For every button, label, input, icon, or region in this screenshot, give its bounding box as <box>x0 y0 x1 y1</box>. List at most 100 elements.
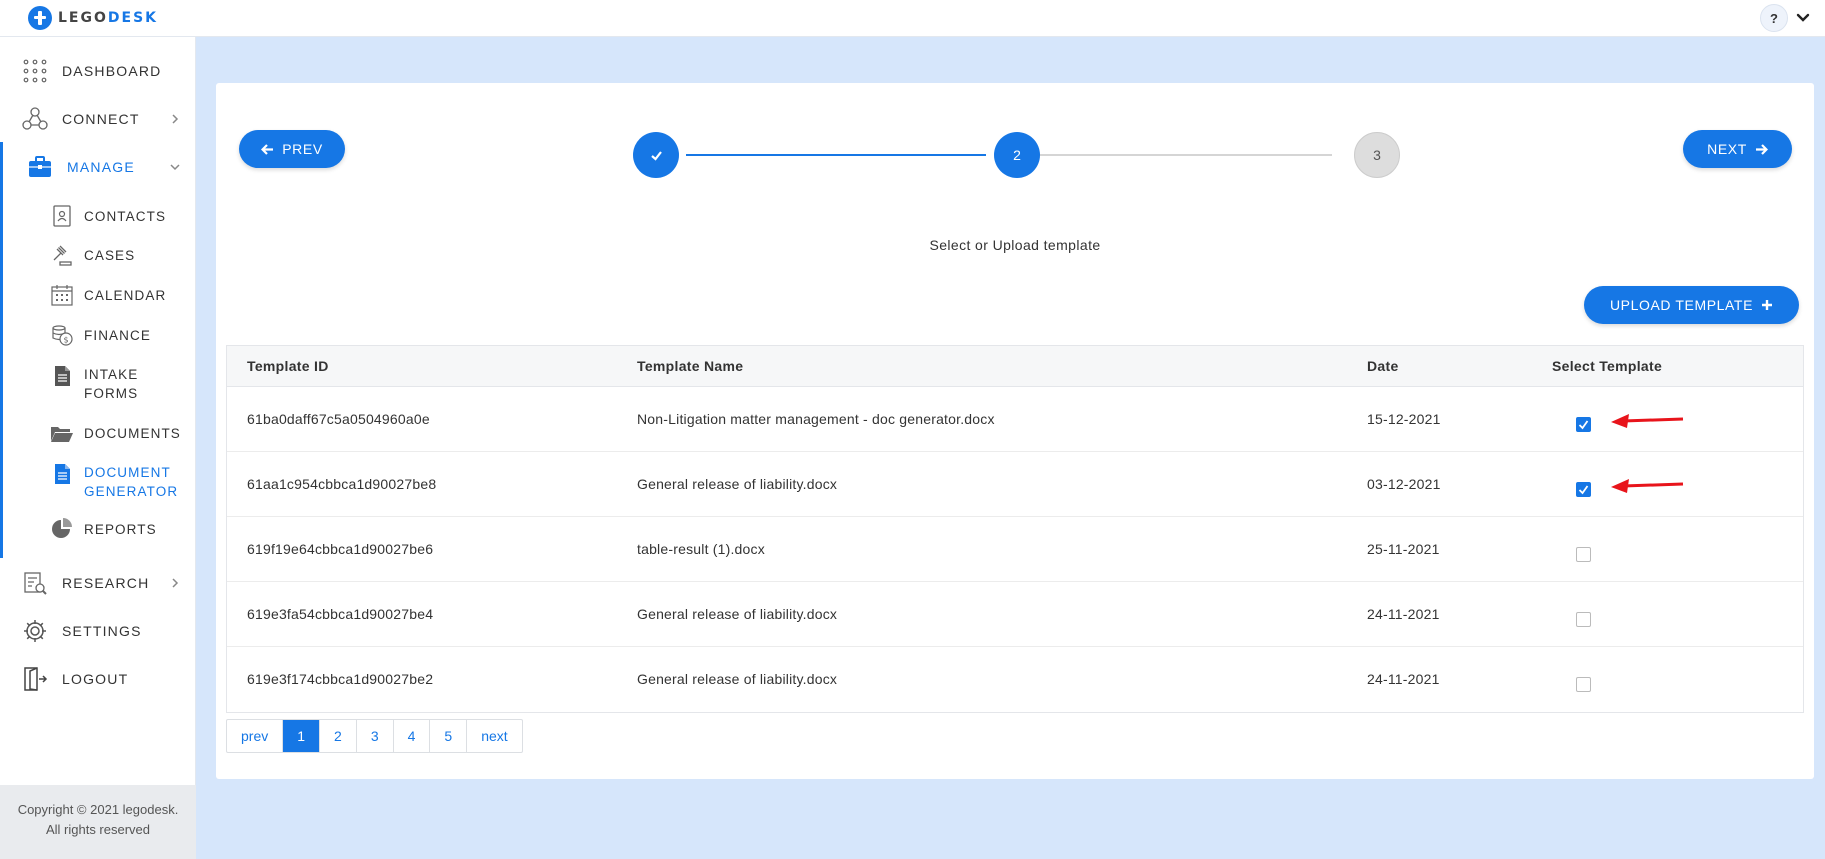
date-cell: 24-11-2021 <box>1367 671 1440 687</box>
column-header-template-name: Template Name <box>637 358 744 374</box>
help-button[interactable]: ? <box>1760 4 1788 32</box>
legodesk-logo[interactable]: LEGODESK <box>28 4 158 32</box>
column-header-date: Date <box>1367 358 1399 374</box>
pagination-page-5[interactable]: 5 <box>430 720 468 752</box>
template-id-cell: 61aa1c954cbbca1d90027be8 <box>247 476 437 492</box>
template-name-cell: General release of liability.docx <box>637 476 838 492</box>
check-icon <box>1578 420 1589 430</box>
sidebar-item-label: DOCUMENT GENERATOR <box>84 465 179 499</box>
sidebar-item-label: MANAGE <box>67 159 135 175</box>
date-cell: 15-12-2021 <box>1367 411 1441 427</box>
table-row: 619e3f174cbbca1d90027be2 General release… <box>227 647 1803 712</box>
date-cell: 25-11-2021 <box>1367 541 1440 557</box>
upload-template-button[interactable]: UPLOAD TEMPLATE <box>1584 286 1799 324</box>
select-template-checkbox[interactable] <box>1576 547 1591 562</box>
select-template-checkbox[interactable] <box>1576 612 1591 627</box>
next-label: NEXT <box>1707 141 1747 157</box>
sidebar-item-calendar[interactable]: CALENDAR <box>0 283 196 307</box>
chevron-down-icon <box>170 164 180 171</box>
logo-mark-icon <box>28 6 52 30</box>
select-template-checkbox[interactable] <box>1576 482 1591 497</box>
sidebar-item-intake-forms[interactable]: INTAKE FORMS <box>0 364 196 404</box>
network-icon <box>22 107 48 130</box>
table-row: 61ba0daff67c5a0504960a0e Non-Litigation … <box>227 387 1803 452</box>
sidebar-item-manage[interactable]: MANAGE <box>0 150 196 184</box>
stepper-line-complete <box>686 154 986 156</box>
sidebar-item-label: SETTINGS <box>62 623 142 639</box>
logo-text-desk: DESK <box>107 10 159 26</box>
table-row: 619f19e64cbbca1d90027be6 table-result (1… <box>227 517 1803 582</box>
select-template-checkbox[interactable] <box>1576 677 1591 692</box>
sidebar-item-finance[interactable]: $ FINANCE <box>0 323 196 347</box>
research-doc-icon <box>24 572 47 595</box>
template-id-cell: 619f19e64cbbca1d90027be6 <box>247 541 434 557</box>
copyright-footer: Copyright © 2021 legodesk. All rights re… <box>0 785 196 859</box>
template-id-cell: 61ba0daff67c5a0504960a0e <box>247 411 430 427</box>
pagination: prev 1 2 3 4 5 next <box>226 719 523 753</box>
template-name-cell: Non-Litigation matter management - doc g… <box>637 411 995 427</box>
grid-dots-icon <box>23 59 47 83</box>
arrow-left-icon <box>261 143 274 155</box>
pie-chart-icon <box>52 518 72 538</box>
pagination-prev[interactable]: prev <box>227 720 284 752</box>
logout-icon <box>24 667 48 691</box>
top-bar: LEGODESK ? <box>0 0 1825 37</box>
sidebar-item-research[interactable]: RESEARCH <box>0 566 196 600</box>
sidebar-item-document-generator[interactable]: DOCUMENT GENERATOR <box>0 462 196 502</box>
sidebar-item-reports[interactable]: REPORTS <box>0 517 196 541</box>
table-row: 61aa1c954cbbca1d90027be8 General release… <box>227 452 1803 517</box>
chevron-right-icon <box>172 114 179 124</box>
template-name-cell: General release of liability.docx <box>637 671 838 687</box>
gavel-icon <box>53 245 72 266</box>
date-cell: 03-12-2021 <box>1367 476 1441 492</box>
check-icon <box>650 150 662 161</box>
logo-text-lego: LEGO <box>58 10 108 26</box>
sidebar-item-label: LOGOUT <box>62 671 129 687</box>
templates-table: Template ID Template Name Date Select Te… <box>226 345 1804 713</box>
sidebar-item-connect[interactable]: CONNECT <box>0 102 196 136</box>
template-id-cell: 619e3fa54cbbca1d90027be4 <box>247 606 434 622</box>
sidebar-item-cases[interactable]: CASES <box>0 243 196 267</box>
stepper-line-pending <box>1032 154 1332 156</box>
folder-open-icon <box>51 427 73 442</box>
select-template-checkbox[interactable] <box>1576 417 1591 432</box>
template-selection-card: PREV NEXT 2 3 Select or Upload template … <box>216 83 1814 779</box>
sidebar-item-logout[interactable]: LOGOUT <box>0 662 196 696</box>
pagination-page-1[interactable]: 1 <box>283 720 321 752</box>
sidebar-item-label: DOCUMENTS <box>84 425 181 441</box>
sidebar-item-documents[interactable]: DOCUMENTS <box>0 421 196 445</box>
sidebar: DASHBOARD CONNECT MANAGE CONTACTS CASES … <box>0 37 196 859</box>
pagination-page-3[interactable]: 3 <box>357 720 394 752</box>
copyright-line: All rights reserved <box>45 822 151 837</box>
contact-book-icon <box>53 205 71 227</box>
upload-template-label: UPLOAD TEMPLATE <box>1609 297 1754 313</box>
chevron-down-icon[interactable] <box>1794 9 1812 27</box>
sidebar-item-contacts[interactable]: CONTACTS <box>0 204 196 228</box>
prev-button[interactable]: PREV <box>239 130 345 168</box>
column-header-select-template: Select Template <box>1552 358 1663 374</box>
column-header-template-id: Template ID <box>247 358 329 374</box>
step-2-label: 2 <box>1013 147 1021 163</box>
date-cell: 24-11-2021 <box>1367 606 1440 622</box>
next-button[interactable]: NEXT <box>1683 130 1792 168</box>
pagination-next[interactable]: next <box>467 720 521 752</box>
logo-text: LEGODESK <box>58 10 158 26</box>
calendar-icon <box>51 285 73 306</box>
svg-text:$: $ <box>64 336 69 345</box>
step-3-label: 3 <box>1373 147 1381 163</box>
sidebar-item-dashboard[interactable]: DASHBOARD <box>0 54 196 88</box>
table-row: 619e3fa54cbbca1d90027be4 General release… <box>227 582 1803 647</box>
sidebar-item-settings[interactable]: SETTINGS <box>0 614 196 648</box>
template-name-cell: table-result (1).docx <box>637 541 765 557</box>
coins-icon: $ <box>52 325 73 346</box>
sidebar-item-label: CONNECT <box>62 111 140 127</box>
template-id-cell: 619e3f174cbbca1d90027be2 <box>247 671 434 687</box>
briefcase-icon <box>29 156 51 177</box>
sidebar-item-label: REPORTS <box>84 521 157 537</box>
pagination-page-2[interactable]: 2 <box>320 720 357 752</box>
step-2-current: 2 <box>994 132 1040 178</box>
pagination-page-4[interactable]: 4 <box>394 720 431 752</box>
document-icon <box>55 366 70 386</box>
plus-icon <box>1762 300 1773 310</box>
sidebar-item-label: DASHBOARD <box>62 63 162 79</box>
